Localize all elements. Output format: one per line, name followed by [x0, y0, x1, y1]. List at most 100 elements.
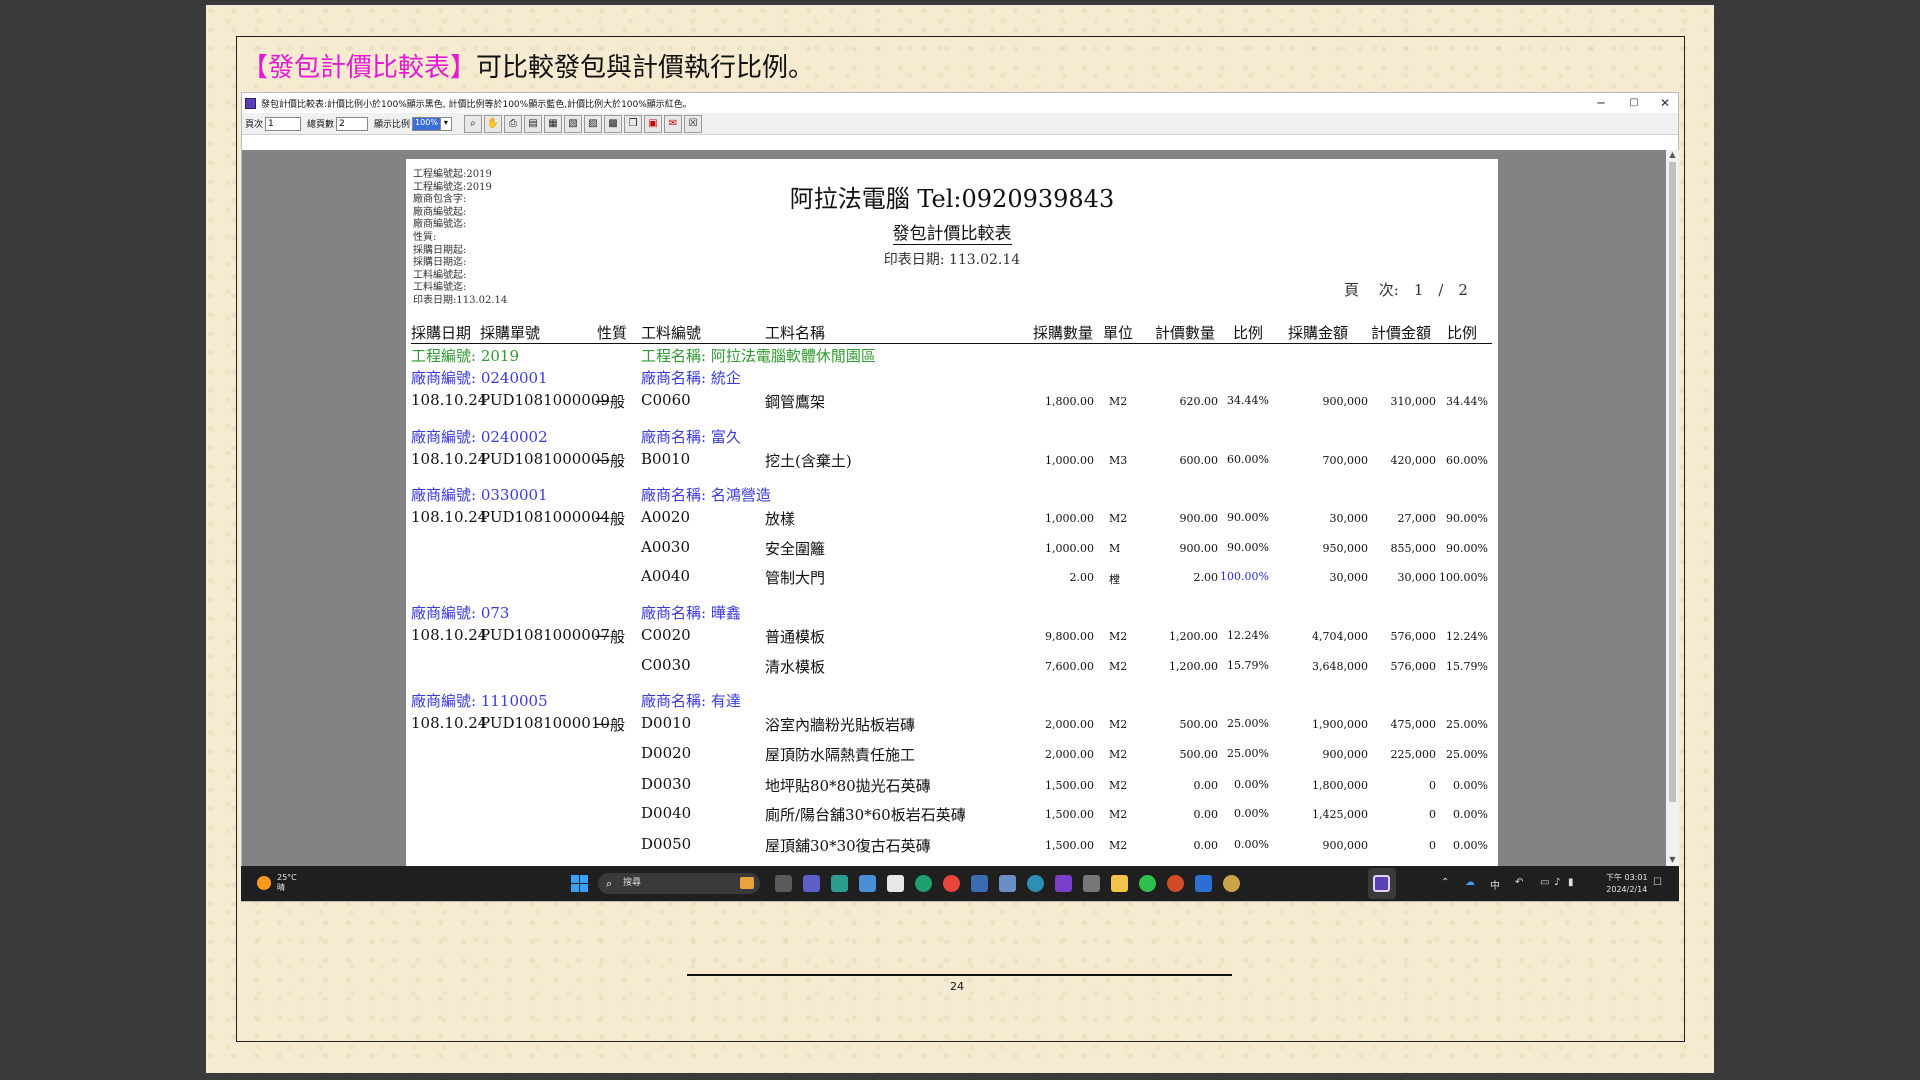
chevron-up-icon[interactable]: ⌃ [1441, 877, 1449, 888]
row-item: 屋頂防水隔熱責任施工 [765, 746, 916, 764]
row-amt: 700,000 [1322, 454, 1369, 467]
close-button[interactable]: ✕ [1648, 93, 1682, 113]
row-ratio: 60.00% [1446, 454, 1488, 467]
edge-icon[interactable] [915, 875, 932, 892]
system-clock[interactable]: 下午 03:01 2024/2/14 [1606, 872, 1648, 896]
taskbar-search[interactable]: ⌕ 搜尋 [598, 873, 760, 894]
total-pages-field: 2 [336, 116, 369, 131]
export-image-icon[interactable]: ▨ [583, 114, 602, 133]
notification-icon[interactable]: ☐ [1653, 877, 1662, 888]
globe-app-icon[interactable] [1223, 875, 1240, 892]
row-amt: 1,800,000 [1312, 779, 1368, 792]
vendor-no: 廠商編號: 0330001 [411, 486, 548, 504]
battery-icon[interactable]: ▮ [1568, 877, 1574, 888]
row-ratio: 0.00% [1453, 839, 1488, 852]
export-word-icon[interactable]: ▧ [563, 114, 582, 133]
export-pdf-icon[interactable]: ▣ [643, 114, 662, 133]
row-code: D0010 [641, 714, 692, 732]
report-page: 工程編號起:2019 工程編號迄:2019 廠商包含字: 廠商編號起: 廠商編號… [406, 159, 1498, 867]
page-input[interactable]: 1 [265, 116, 302, 131]
header-vamt: 計價金額 [1371, 324, 1432, 342]
header-po: 採購單號 [480, 324, 541, 342]
teams-icon[interactable] [803, 875, 820, 892]
row-type: 一般 [595, 452, 626, 470]
zoom-icon[interactable]: ⌕ [463, 114, 482, 133]
volume-icon[interactable]: ♪ [1554, 877, 1560, 888]
row-ratio: 12.24% [1446, 630, 1488, 643]
file-explorer-icon[interactable] [1111, 875, 1128, 892]
company-title: 阿拉法電腦 Tel:0920939843 [789, 185, 1115, 213]
zoom-select[interactable]: 100% ▾ [412, 116, 452, 131]
maximize-button[interactable]: ▢ [1617, 93, 1651, 113]
undo-icon[interactable]: ↶ [1515, 877, 1523, 888]
row-date: 108.10.24 [411, 714, 488, 732]
row-ratio: 90.00% [1227, 541, 1269, 554]
page-label: 頁次 [245, 120, 264, 130]
preview-viewport[interactable]: 工程編號起:2019 工程編號迄:2019 廠商包含字: 廠商編號起: 廠商編號… [242, 150, 1666, 867]
row-amt: 900,000 [1322, 395, 1369, 408]
search-icon: ⌕ [606, 877, 613, 890]
row-amt: 3,648,000 [1312, 660, 1368, 673]
ime-indicator[interactable]: 中 [1490, 877, 1500, 892]
export-html-icon[interactable]: ▩ [603, 114, 622, 133]
report-window: 發包計價比較表:計價比例小於100%顯示黑色, 計價比例等於100%顯示藍色,計… [241, 92, 1679, 902]
row-item: 鋼管鷹架 [765, 393, 826, 411]
row-qty: 2,000.00 [1045, 718, 1094, 731]
visual-studio-icon[interactable] [1055, 875, 1072, 892]
mail-icon[interactable]: ✉ [663, 114, 682, 133]
vendor-no: 廠商編號: 0240001 [411, 369, 548, 387]
row-item: 管制大門 [765, 569, 826, 587]
scroll-thumb[interactable] [1669, 162, 1676, 802]
weather-widget[interactable]: 25°C 晴 [277, 873, 297, 893]
onedrive-icon[interactable]: ☁ [1465, 877, 1475, 888]
photos-icon[interactable] [859, 875, 876, 892]
vendor-no: 廠商編號: 0240002 [411, 428, 548, 446]
report-app-icon[interactable] [1373, 875, 1390, 892]
windows-start-icon[interactable] [571, 875, 588, 892]
print-icon[interactable]: ⎙ [503, 114, 522, 133]
task-view-icon[interactable] [775, 875, 792, 892]
mail-app-icon[interactable] [999, 875, 1016, 892]
briefcase-icon [740, 877, 754, 889]
row-vqty: 1,200.00 [1169, 630, 1218, 643]
weather-sun-icon[interactable] [257, 876, 271, 890]
heading-text: 可比較發包與計價執行比例。 [476, 53, 815, 83]
row-unit: M2 [1109, 630, 1128, 643]
notes-icon[interactable] [831, 875, 848, 892]
vendor-name: 廠商名稱: 名鴻營造 [641, 486, 771, 504]
scroll-up-icon[interactable]: ▲ [1666, 150, 1679, 162]
chrome-icon[interactable] [943, 875, 960, 892]
weather-desc: 晴 [277, 883, 285, 892]
copy-icon[interactable]: ❐ [623, 114, 642, 133]
row-unit: M2 [1109, 808, 1128, 821]
row-ratio: 25.00% [1446, 748, 1488, 761]
row-amt: 4,704,000 [1312, 630, 1368, 643]
row-ratio: 0.00% [1453, 808, 1488, 821]
export-excel-icon[interactable]: ▦ [543, 114, 562, 133]
powerpoint-icon[interactable] [1167, 875, 1184, 892]
snipping-icon[interactable] [971, 875, 988, 892]
display-icon[interactable]: ▭ [1540, 877, 1549, 888]
row-po: PUD1081000009 [480, 391, 610, 409]
row-vamt: 30,000 [1397, 571, 1437, 584]
row-item: 地坪貼80*80拋光石英磚 [765, 777, 931, 795]
slide-heading: 【發包計價比較表】可比較發包與計價執行比例。 [242, 47, 814, 84]
hand-icon[interactable]: ✋ [483, 114, 502, 133]
row-ratio: 25.00% [1227, 717, 1269, 730]
line-icon[interactable] [1139, 875, 1156, 892]
row-vqty: 620.00 [1179, 395, 1219, 408]
project-no: 工程編號: 2019 [411, 347, 519, 365]
app-icon [245, 97, 256, 109]
tools-icon[interactable] [1083, 875, 1100, 892]
minimize-button[interactable]: ─ [1584, 93, 1618, 113]
word-icon[interactable] [1195, 875, 1212, 892]
row-ratio: 100.00% [1439, 571, 1488, 584]
vertical-scrollbar[interactable]: ▲ ▼ [1666, 150, 1679, 867]
row-code: B0010 [641, 450, 691, 468]
store-icon[interactable] [887, 875, 904, 892]
page-setup-icon[interactable]: ▤ [523, 114, 542, 133]
row-item: 屋頂舖30*30復古石英磚 [765, 837, 931, 855]
browser-icon[interactable] [1027, 875, 1044, 892]
exit-icon[interactable]: ☒ [683, 114, 702, 133]
header-ratio: 比例 [1233, 324, 1264, 342]
